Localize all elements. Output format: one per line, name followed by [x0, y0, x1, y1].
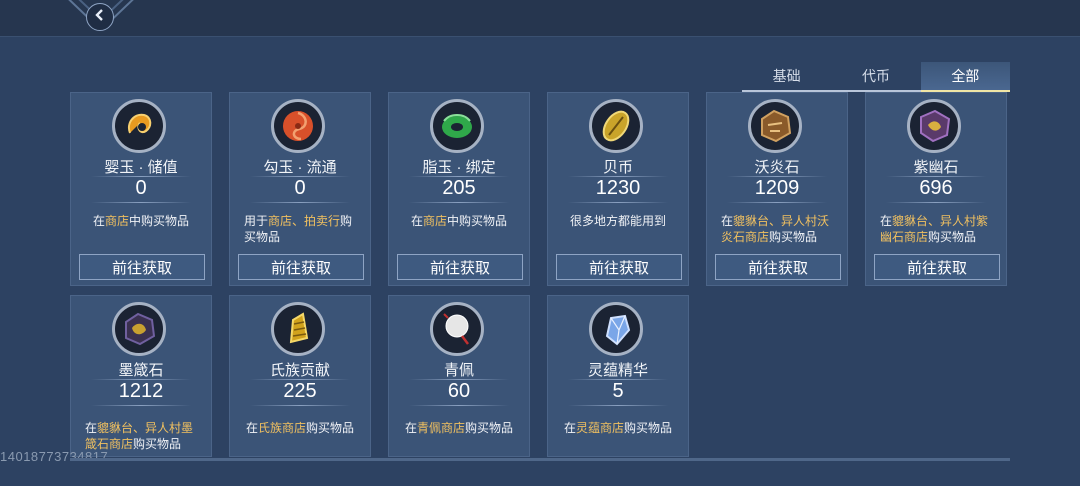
go-get-button[interactable]: 前往获取: [397, 254, 523, 280]
currency-count: 60: [447, 380, 471, 402]
gold-bell-icon[interactable]: [271, 302, 325, 356]
currency-description: 在貔貅台、异人村墨箴石商店购买物品: [85, 420, 201, 452]
desc-text: 购买物品: [928, 230, 977, 244]
currency-name: 墨箴石: [118, 362, 164, 379]
red-swirl-jade-icon[interactable]: [271, 99, 325, 153]
currency-card: 贝币 1230 很多地方都能用到前往获取: [547, 92, 689, 286]
currency-card: 婴玉 · 储值 0 在商店中购买物品前往获取: [70, 92, 212, 286]
desc-text: 购买物品: [465, 421, 514, 435]
currency-name: 氏族贡献: [269, 362, 330, 379]
go-get-button[interactable]: 前往获取: [874, 254, 1000, 280]
dark-stone-icon[interactable]: [112, 302, 166, 356]
shop-link[interactable]: 灵蕴商店: [576, 421, 624, 435]
shop-link[interactable]: 氏族商店: [258, 421, 306, 435]
purple-stone-icon[interactable]: [907, 99, 961, 153]
desc-text: 在: [410, 214, 423, 228]
currency-card: 沃炎石 1209 在貔貅台、异人村沃炎石商店购买物品前往获取: [706, 92, 848, 286]
currency-count: 1212: [118, 380, 164, 402]
desc-text: 中购买物品: [129, 214, 190, 228]
orange-jade-icon[interactable]: [112, 99, 166, 153]
currency-count: 1209: [754, 177, 800, 199]
chevron-left-icon: [93, 8, 107, 27]
currency-description: 在青佩商店购买物品: [395, 420, 523, 436]
currency-card: 紫幽石 696 在貔貅台、异人村紫幽石商店购买物品前往获取: [865, 92, 1007, 286]
tab-all[interactable]: 全部: [920, 62, 1010, 92]
currency-card: 灵蕴精华 5 在灵蕴商店购买物品: [547, 295, 689, 457]
currency-description: 在貔貅台、异人村沃炎石商店购买物品: [721, 213, 837, 245]
currency-card: 勾玉 · 流通 0 用于商店、拍卖行购买物品前往获取: [229, 92, 371, 286]
divider: [568, 202, 668, 203]
currency-count: 1230: [595, 177, 641, 199]
desc-text: 在: [563, 421, 576, 435]
top-bar: [0, 0, 1080, 37]
currency-count: 205: [442, 177, 476, 199]
currency-name: 勾玉 · 流通: [263, 159, 337, 176]
go-get-button[interactable]: 前往获取: [556, 254, 682, 280]
desc-text: 购买物品: [624, 421, 673, 435]
back-button[interactable]: [86, 3, 114, 31]
desc-text: 很多地方都能用到: [569, 214, 666, 228]
go-get-button[interactable]: 前往获取: [238, 254, 364, 280]
shop-link[interactable]: 青佩商店: [417, 421, 465, 435]
divider: [568, 405, 668, 406]
currency-description: 在商店中购买物品: [395, 213, 523, 229]
desc-text: 在: [404, 421, 417, 435]
go-get-button[interactable]: 前往获取: [715, 254, 841, 280]
shop-link[interactable]: 商店: [423, 214, 447, 228]
desc-text: 在: [92, 214, 105, 228]
currency-name: 贝币: [602, 159, 633, 176]
desc-text: 购买物品: [133, 437, 182, 451]
tab-bar: 基础 代币 全部: [742, 62, 1010, 92]
currency-description: 很多地方都能用到: [554, 213, 682, 229]
currency-count: 5: [612, 380, 624, 402]
white-pendant-icon[interactable]: [430, 302, 484, 356]
currency-card: 氏族贡献 225 在氏族商店购买物品: [229, 295, 371, 457]
currency-count: 0: [294, 177, 306, 199]
tab-token[interactable]: 代币: [831, 62, 920, 90]
currency-name: 灵蕴精华: [587, 362, 648, 379]
currency-name: 脂玉 · 绑定: [422, 159, 496, 176]
currency-card: 青佩 60 在青佩商店购买物品: [388, 295, 530, 457]
currency-name: 紫幽石: [913, 159, 959, 176]
desc-text: 中购买物品: [447, 214, 508, 228]
desc-text: 购买物品: [306, 421, 355, 435]
bottom-divider: [70, 458, 1010, 461]
currency-description: 在灵蕴商店购买物品: [554, 420, 682, 436]
desc-text: 在: [245, 421, 258, 435]
bronze-stone-icon[interactable]: [748, 99, 802, 153]
currency-count: 225: [283, 380, 317, 402]
currency-count: 0: [135, 177, 147, 199]
divider: [409, 202, 509, 203]
go-get-button[interactable]: 前往获取: [79, 254, 205, 280]
currency-name: 沃炎石: [754, 159, 800, 176]
desc-text: 在: [721, 214, 734, 228]
shop-link[interactable]: 商店: [105, 214, 129, 228]
currency-name: 婴玉 · 储值: [104, 159, 178, 176]
divider: [250, 405, 350, 406]
user-id: 14018773734817: [0, 449, 109, 464]
desc-text: 在: [85, 421, 98, 435]
shop-link[interactable]: 商店、拍卖行: [268, 214, 340, 228]
desc-text: 用于: [244, 214, 269, 228]
currency-name: 青佩: [443, 362, 474, 379]
desc-text: 在: [880, 214, 893, 228]
currency-card: 脂玉 · 绑定 205 在商店中购买物品前往获取: [388, 92, 530, 286]
blue-crystal-icon[interactable]: [589, 302, 643, 356]
green-jade-icon[interactable]: [430, 99, 484, 153]
currency-description: 在商店中购买物品: [77, 213, 205, 229]
divider: [409, 405, 509, 406]
divider: [250, 202, 350, 203]
currency-description: 用于商店、拍卖行购买物品: [244, 213, 360, 245]
gold-shell-icon[interactable]: [589, 99, 643, 153]
currency-card: 墨箴石 1212 在貔貅台、异人村墨箴石商店购买物品: [70, 295, 212, 457]
desc-text: 购买物品: [769, 230, 818, 244]
divider: [91, 202, 191, 203]
currency-description: 在貔貅台、异人村紫幽石商店购买物品: [880, 213, 996, 245]
divider: [91, 405, 191, 406]
currency-count: 696: [919, 177, 953, 199]
divider: [727, 202, 827, 203]
divider: [886, 202, 986, 203]
tab-basic[interactable]: 基础: [742, 62, 831, 90]
currency-description: 在氏族商店购买物品: [236, 420, 364, 436]
